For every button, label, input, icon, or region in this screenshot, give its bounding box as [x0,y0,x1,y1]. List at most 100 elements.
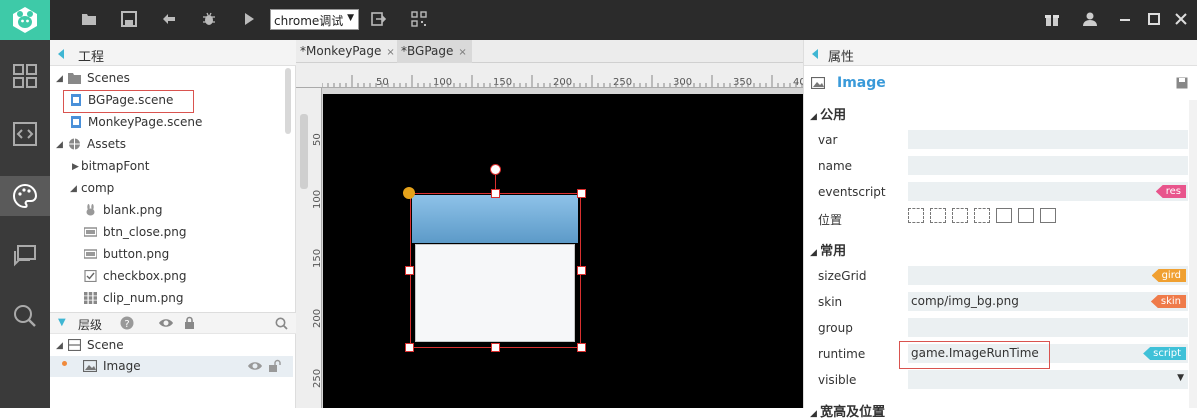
user-icon[interactable] [1081,10,1099,28]
section-common[interactable]: ◢ 公用 [810,104,846,123]
close-icon[interactable] [1172,10,1190,28]
tree-file-bgpage-scene[interactable]: BGPage.scene [70,89,270,111]
tree-folder-scenes[interactable]: ◢ Scenes [56,67,276,89]
properties-scrollbar[interactable] [1189,100,1197,408]
publish-icon[interactable] [160,10,178,28]
minimize-icon[interactable] [1116,10,1134,28]
resize-handle-top[interactable] [491,189,500,198]
lock-icon[interactable] [184,316,195,330]
project-scrollbar[interactable] [285,68,291,134]
image-layer-icon [83,360,97,372]
tree-item-label: BGPage.scene [88,93,174,107]
collapse-arrow-icon[interactable] [812,49,818,59]
pivot-point[interactable] [403,187,415,199]
tree-file-monkeypage-scene[interactable]: MonkeyPage.scene [70,111,270,133]
section-arrow-icon: ◢ [810,409,821,419]
browser-select-value: chrome调试 [274,14,344,28]
eye-icon[interactable] [158,317,174,329]
resize-handle-bottom-left[interactable] [405,343,414,352]
grid-view-icon[interactable] [0,56,50,96]
vertical-scrollbar[interactable] [300,114,308,189]
ruler-label: 250 [312,368,322,388]
expanded-arrow-icon[interactable]: ◢ [56,74,63,84]
eye-icon[interactable] [247,360,263,372]
section-size[interactable]: ◢ 宽高及位置 [810,401,885,420]
gird-tag[interactable]: gird [1151,269,1186,282]
layer-item-image[interactable]: Image [50,356,293,377]
section-usual[interactable]: ◢ 常用 [810,240,846,259]
res-tag[interactable]: res [1155,185,1186,198]
search-icon[interactable] [0,296,50,336]
resize-handle-left[interactable] [405,266,414,275]
eventscript-field[interactable]: res [908,182,1188,201]
gift-icon[interactable] [1043,10,1061,28]
layer-item-label: Scene [87,338,124,352]
chat-bubble-icon[interactable] [0,236,50,276]
tab-monkeypage[interactable]: *MonkeyPage × [296,40,395,63]
tree-item-label: MonkeyPage.scene [88,115,203,129]
properties-panel-header: 属性 [804,40,1197,66]
component-name: Image [837,75,886,91]
qrcode-icon[interactable] [410,10,428,28]
design-palette-icon[interactable] [0,176,50,216]
prop-label: visible [818,373,857,387]
script-tag[interactable]: script [1143,347,1186,360]
resize-handle-right[interactable] [577,266,586,275]
tree-file-blank-png[interactable]: blank.png [84,199,264,221]
expanded-arrow-icon[interactable]: ◢ [56,140,63,150]
align-right-icon[interactable] [952,208,968,223]
scene-file-icon [71,116,81,128]
help-icon[interactable]: ? [120,316,134,330]
layer-item-scene[interactable]: ◢ Scene [56,334,276,356]
tree-file-checkbox-png[interactable]: checkbox.png [84,265,264,287]
sizegrid-field[interactable]: gird [908,266,1188,285]
save-icon[interactable] [1176,77,1188,89]
align-center-icon[interactable] [930,208,946,223]
resize-handle-top-right[interactable] [577,189,586,198]
export-icon[interactable] [370,10,388,28]
code-editor-icon[interactable] [0,114,50,154]
rotation-handle[interactable] [490,164,501,175]
expanded-arrow-icon[interactable]: ◢ [56,341,63,351]
maximize-icon[interactable] [1145,10,1163,28]
resize-handle-bottom[interactable] [491,343,500,352]
visible-select[interactable]: ▼ [908,370,1188,389]
stretch-vertical-icon[interactable] [1018,208,1034,223]
tree-folder-bitmapfont[interactable]: ▶ bitmapFont [70,155,270,177]
debug-browser-select[interactable]: chrome调试 ▼ [270,9,359,30]
open-folder-icon[interactable] [80,10,98,28]
horizontal-ruler: 50 100 150 200 250 300 350 40 [296,63,803,88]
tree-file-clip-num-png[interactable]: clip_num.png [84,287,264,309]
clip-grid-icon [84,292,97,304]
close-tab-icon[interactable]: × [458,47,466,58]
tab-bgpage[interactable]: *BGPage × [397,40,472,63]
center-plus-icon[interactable] [1040,208,1056,223]
group-field[interactable] [908,318,1188,337]
unlock-icon[interactable] [268,359,281,373]
tree-folder-assets[interactable]: ◢ Assets [56,133,276,155]
collapsed-arrow-icon[interactable]: ▶ [72,162,79,172]
tree-file-button-png[interactable]: button.png [84,243,264,265]
search-icon[interactable] [275,317,288,330]
align-top-icon[interactable] [974,208,990,223]
close-tab-icon[interactable]: × [386,47,394,58]
tab-label: *MonkeyPage [300,44,382,58]
selected-image-widget[interactable] [410,193,581,348]
play-icon[interactable] [240,10,258,28]
name-field[interactable] [908,156,1188,175]
var-field[interactable] [908,130,1188,149]
collapse-arrow-icon[interactable] [58,49,64,59]
vertical-ruler: 50 100 150 200 250 [296,88,322,408]
align-left-icon[interactable] [908,208,924,223]
resize-handle-bottom-right[interactable] [577,343,586,352]
expanded-arrow-icon[interactable]: ◢ [70,184,77,194]
section-label: 宽高及位置 [820,405,886,420]
skin-tag[interactable]: skin [1150,295,1186,308]
collapse-arrow-icon[interactable]: ▼ [58,317,66,328]
skin-field[interactable]: comp/img_bg.png skin [908,292,1188,311]
tree-folder-comp[interactable]: ◢ comp [70,177,270,199]
debug-bug-icon[interactable] [200,10,218,28]
tree-file-btn-close-png[interactable]: btn_close.png [84,221,264,243]
stretch-horizontal-icon[interactable] [996,208,1012,223]
save-icon[interactable] [120,10,138,28]
